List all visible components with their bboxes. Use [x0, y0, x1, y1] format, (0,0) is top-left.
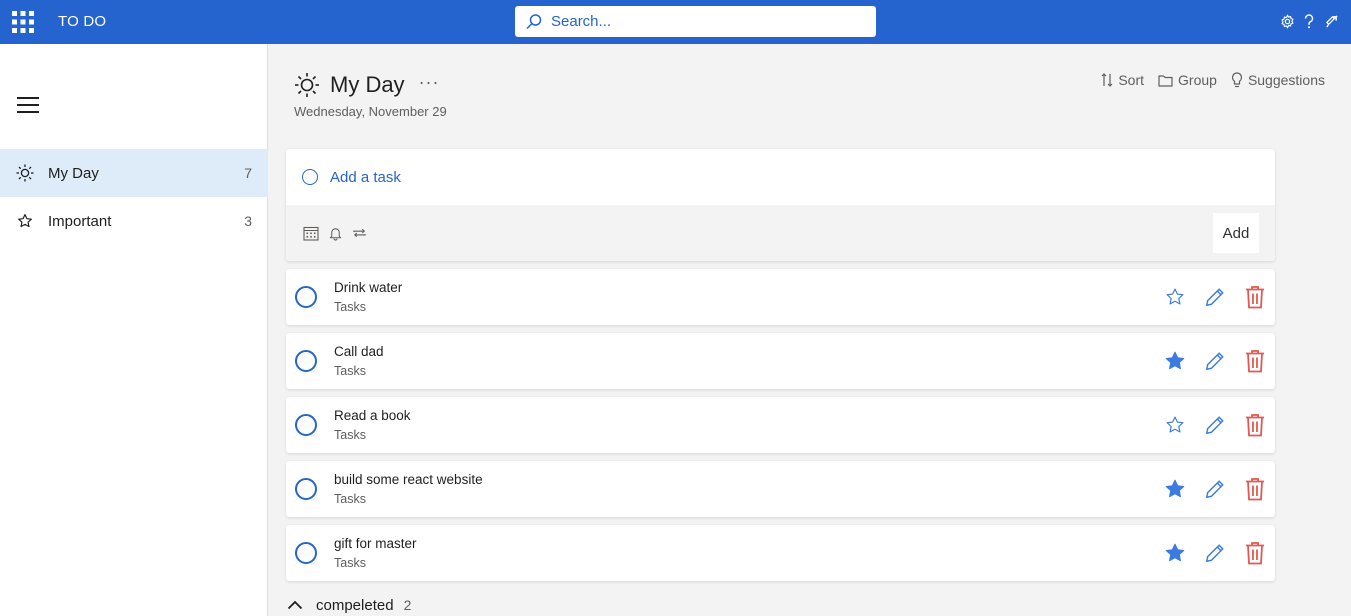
settings-gear-icon[interactable]: [1279, 13, 1295, 29]
add-task-options: Add: [286, 205, 1275, 261]
task-actions: [1163, 284, 1267, 310]
top-bar: TO DO: [0, 0, 1351, 44]
task-title: Read a book: [334, 408, 411, 423]
add-task-card: Add a task Add: [286, 149, 1275, 261]
task-title: build some react website: [334, 472, 483, 487]
folder-icon: [1158, 74, 1173, 87]
sidebar-item-count: 7: [244, 165, 252, 181]
add-task-input[interactable]: Add a task: [286, 149, 1275, 205]
main-content: My Day ··· Wednesday, November 29 Sort G…: [269, 44, 1351, 616]
page-title: My Day: [330, 72, 405, 97]
edit-pencil-icon[interactable]: [1203, 284, 1227, 310]
delete-trash-icon[interactable]: [1243, 348, 1267, 374]
task-item[interactable]: Drink water Tasks: [286, 269, 1275, 325]
task-title: Call dad: [334, 344, 384, 359]
complete-task-checkbox[interactable]: [295, 542, 317, 564]
delete-trash-icon[interactable]: [1243, 540, 1267, 566]
search-box[interactable]: [515, 6, 876, 37]
sidebar-item-label: Important: [48, 212, 112, 230]
task-list-name: Tasks: [334, 556, 366, 570]
complete-task-checkbox[interactable]: [295, 478, 317, 500]
task-list-name: Tasks: [334, 428, 366, 442]
sun-icon: [16, 164, 34, 182]
star-outline-icon[interactable]: [1163, 412, 1187, 438]
delete-trash-icon[interactable]: [1243, 412, 1267, 438]
task-title: gift for master: [334, 536, 417, 551]
group-label: Group: [1178, 72, 1217, 88]
bell-reminder-icon[interactable]: [326, 224, 344, 242]
edit-pencil-icon[interactable]: [1203, 476, 1227, 502]
hamburger-menu-icon[interactable]: [17, 96, 39, 114]
add-button[interactable]: Add: [1213, 213, 1259, 253]
task-item[interactable]: gift for master Tasks: [286, 525, 1275, 581]
sidebar-item-my-day[interactable]: My Day 7: [0, 149, 268, 197]
lightbulb-icon: [1231, 72, 1243, 88]
star-outline-icon[interactable]: [1163, 284, 1187, 310]
task-item[interactable]: Call dad Tasks: [286, 333, 1275, 389]
sort-icon: [1101, 73, 1113, 87]
chevron-up-icon: [286, 596, 304, 614]
delete-trash-icon[interactable]: [1243, 476, 1267, 502]
star-filled-icon[interactable]: [1163, 540, 1187, 566]
sidebar: My Day 7 Important 3: [0, 44, 268, 616]
complete-task-checkbox[interactable]: [295, 286, 317, 308]
completed-count: 2: [403, 597, 412, 613]
completed-section-toggle[interactable]: compeleted 2: [286, 596, 411, 614]
task-actions: [1163, 348, 1267, 374]
star-filled-icon[interactable]: [1163, 348, 1187, 374]
app-title: TO DO: [58, 13, 107, 30]
group-button[interactable]: Group: [1158, 72, 1217, 88]
task-actions: [1163, 476, 1267, 502]
task-actions: [1163, 540, 1267, 566]
edit-pencil-icon[interactable]: [1203, 348, 1227, 374]
task-title: Drink water: [334, 280, 403, 295]
edit-pencil-icon[interactable]: [1203, 412, 1227, 438]
sidebar-item-label: My Day: [48, 164, 99, 182]
star-filled-icon[interactable]: [1163, 476, 1187, 502]
search-input[interactable]: [551, 13, 851, 30]
complete-task-checkbox[interactable]: [295, 414, 317, 436]
sun-icon: [294, 72, 320, 98]
star-outline-icon: [16, 212, 34, 230]
task-list-name: Tasks: [334, 492, 366, 506]
add-task-placeholder: Add a task: [330, 168, 401, 186]
completed-label: compeleted: [316, 596, 394, 614]
complete-task-checkbox[interactable]: [295, 350, 317, 372]
help-icon[interactable]: [1301, 13, 1317, 29]
app-launcher-icon[interactable]: [12, 11, 34, 33]
suggestions-label: Suggestions: [1247, 72, 1325, 88]
top-right-icons: [1279, 13, 1339, 29]
task-list-name: Tasks: [334, 364, 366, 378]
edit-pencil-icon[interactable]: [1203, 540, 1227, 566]
megaphone-icon[interactable]: [1323, 13, 1339, 29]
sidebar-item-important[interactable]: Important 3: [0, 197, 268, 245]
task-item[interactable]: Read a book Tasks: [286, 397, 1275, 453]
repeat-icon[interactable]: [350, 224, 368, 242]
page-header: My Day ···: [294, 72, 440, 98]
sort-label: Sort: [1118, 72, 1145, 88]
header-toolbar: Sort Group Suggestions: [1101, 72, 1325, 88]
task-actions: [1163, 412, 1267, 438]
sidebar-item-count: 3: [244, 213, 252, 229]
suggestions-button[interactable]: Suggestions: [1231, 72, 1325, 88]
circle-icon: [302, 169, 318, 185]
more-options-button[interactable]: ···: [419, 72, 440, 93]
search-icon: [525, 13, 543, 31]
delete-trash-icon[interactable]: [1243, 284, 1267, 310]
sort-button[interactable]: Sort: [1101, 72, 1144, 88]
task-item[interactable]: build some react website Tasks: [286, 461, 1275, 517]
task-list-name: Tasks: [334, 300, 366, 314]
page-date: Wednesday, November 29: [294, 104, 447, 119]
calendar-icon[interactable]: [302, 224, 320, 242]
